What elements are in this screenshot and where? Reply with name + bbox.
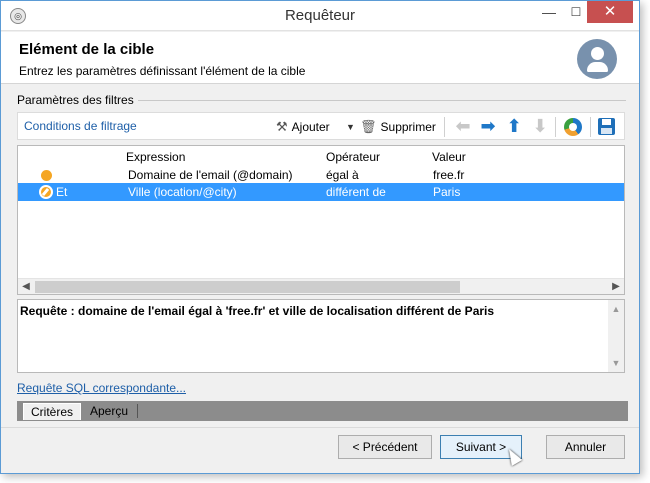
column-header-expression[interactable]: Expression bbox=[126, 150, 185, 164]
arrow-down-icon[interactable]: ⬇ bbox=[530, 115, 550, 137]
distribution-chart-icon[interactable] bbox=[564, 118, 582, 136]
arrow-up-icon[interactable]: ⬆ bbox=[504, 115, 524, 137]
horizontal-scrollbar[interactable]: ◀ ▶ bbox=[18, 278, 624, 294]
toolbar-separator bbox=[555, 117, 556, 137]
filters-group-label: Paramètres des filtres bbox=[17, 93, 138, 107]
filter-toolbar: Conditions de filtrage ⚒ Ajouter ▼ 🗑 Suppr… bbox=[17, 112, 625, 140]
add-dropdown-icon[interactable]: ▼ bbox=[346, 117, 355, 137]
cancel-button[interactable]: Annuler bbox=[546, 435, 625, 459]
filter-conditions-title: Conditions de filtrage bbox=[24, 119, 137, 133]
row-value: Paris bbox=[433, 185, 461, 199]
step-subtitle: Entrez les paramètres définissant l'élém… bbox=[19, 64, 306, 78]
toolbar-separator bbox=[444, 117, 445, 137]
trash-icon: 🗑 bbox=[360, 119, 377, 134]
user-avatar-icon bbox=[577, 39, 617, 79]
sql-query-link[interactable]: Requête SQL correspondante... bbox=[17, 381, 186, 395]
toolbar-separator bbox=[590, 117, 591, 137]
scroll-left-icon[interactable]: ◀ bbox=[18, 279, 34, 295]
close-button[interactable]: ✕ bbox=[587, 1, 633, 23]
row-expression: Domaine de l'email (@domain) bbox=[128, 168, 293, 182]
table-row-selected[interactable]: Et Ville (location/@city) différent de P… bbox=[18, 183, 624, 201]
query-description: Requête : domaine de l'email égal à 'fre… bbox=[20, 304, 495, 318]
conditions-grid: Expression Opérateur Valeur Domaine de l… bbox=[17, 145, 625, 295]
row-operator: différent de bbox=[326, 185, 386, 199]
add-icon: ⚒ bbox=[276, 119, 288, 134]
row-connector: Et bbox=[56, 185, 68, 199]
column-header-operator[interactable]: Opérateur bbox=[326, 150, 380, 164]
table-row[interactable]: Domaine de l'email (@domain) égal à free… bbox=[18, 166, 624, 184]
scroll-up-icon[interactable]: ▲ bbox=[608, 302, 624, 316]
bottom-tab-bar: Critères Aperçu bbox=[17, 401, 628, 421]
delete-button[interactable]: 🗑 Supprimer bbox=[360, 117, 436, 137]
row-expression: Ville (location/@city) bbox=[128, 185, 237, 199]
scrollbar-thumb[interactable] bbox=[35, 281, 460, 293]
delete-label: Supprimer bbox=[380, 120, 436, 134]
title-bar: ◎ Requêteur — ☐ ✕ bbox=[1, 1, 639, 31]
minimize-button[interactable]: — bbox=[534, 1, 564, 23]
row-operator: égal à bbox=[326, 168, 359, 182]
tab-criteria[interactable]: Critères bbox=[23, 403, 82, 420]
add-label: Ajouter bbox=[291, 120, 330, 134]
row-value: free.fr bbox=[433, 168, 465, 182]
save-icon[interactable] bbox=[598, 118, 615, 135]
tab-preview[interactable]: Aperçu bbox=[83, 403, 135, 420]
step-title: Elément de la cible bbox=[19, 41, 155, 58]
requeteur-window: ◎ Requêteur — ☐ ✕ Elément de la cible En… bbox=[0, 0, 640, 474]
step-header: Elément de la cible Entrez les paramètre… bbox=[1, 32, 639, 84]
condition-icon bbox=[41, 170, 52, 181]
query-description-box: Requête : domaine de l'email égal à 'fre… bbox=[17, 299, 625, 373]
footer-divider bbox=[1, 427, 639, 428]
condition-edit-icon bbox=[39, 185, 53, 199]
add-button[interactable]: ⚒ Ajouter bbox=[276, 117, 330, 137]
previous-button[interactable]: < Précédent bbox=[338, 435, 432, 459]
tab-divider bbox=[137, 404, 138, 418]
scroll-down-icon[interactable]: ▼ bbox=[608, 356, 624, 370]
group-divider bbox=[131, 100, 626, 101]
vertical-scrollbar[interactable]: ▲ ▼ bbox=[608, 300, 624, 372]
arrow-right-icon[interactable]: ➡ bbox=[478, 115, 498, 137]
column-header-value[interactable]: Valeur bbox=[432, 150, 466, 164]
grid-header: Expression Opérateur Valeur bbox=[18, 148, 624, 166]
arrow-left-icon[interactable]: ⬅ bbox=[453, 115, 473, 137]
scroll-right-icon[interactable]: ▶ bbox=[608, 279, 624, 295]
